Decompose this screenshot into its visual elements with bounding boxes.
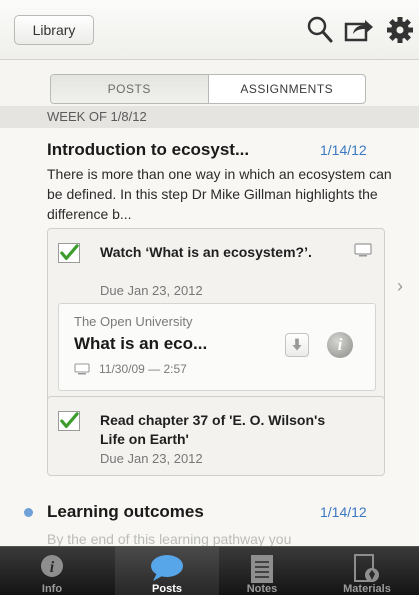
post-date: 1/14/12 (320, 142, 367, 158)
gear-icon[interactable] (385, 15, 415, 45)
tab-notes[interactable]: Notes (210, 547, 314, 595)
top-nav-bar: Library (0, 0, 419, 60)
resource-title: What is an eco... (74, 334, 208, 353)
monitor-icon (354, 243, 372, 257)
chevron-right-icon[interactable]: › (397, 276, 403, 297)
monitor-icon (74, 363, 90, 375)
task-due-date: Due Jan 23, 2012 (100, 451, 203, 466)
task-card[interactable]: Watch ‘What is an ecosystem?’. Due Jan 2… (47, 228, 385, 404)
info-icon: i (41, 555, 63, 577)
tab-info[interactable]: i Info (0, 547, 104, 595)
task-due-date: Due Jan 23, 2012 (100, 283, 203, 298)
task-title: Watch ‘What is an ecosystem?’. (100, 244, 312, 260)
video-resource[interactable]: The Open University What is an eco... 11… (58, 303, 376, 391)
svg-text:i: i (50, 559, 55, 576)
resource-publisher: The Open University (74, 314, 193, 329)
tab-label: Notes (246, 583, 278, 595)
unread-dot-icon (24, 508, 33, 517)
post-title[interactable]: Learning outcomes (47, 502, 204, 522)
post-body: There is more than one way in which an e… (47, 166, 392, 222)
speech-bubble-icon (151, 555, 183, 581)
materials-icon (354, 554, 379, 582)
tab-materials[interactable]: Materials (315, 547, 419, 595)
segment-bar: POSTS ASSIGNMENTS (0, 60, 419, 106)
post-feed[interactable]: WEEK OF 1/8/12 Introduction to ecosyst..… (0, 106, 419, 546)
task-card[interactable]: Read chapter 37 of 'E. O. Wilson's Life … (47, 396, 385, 476)
posts-assignments-segmented-control: POSTS ASSIGNMENTS (50, 74, 366, 104)
bottom-tab-bar: i Info Posts Notes Materials (0, 546, 419, 595)
search-icon[interactable] (307, 15, 333, 43)
post-date: 1/14/12 (320, 504, 367, 520)
tab-label: Info (41, 583, 63, 595)
checkmark-icon[interactable] (58, 243, 80, 263)
tab-posts[interactable]: POSTS (51, 75, 209, 103)
tab-posts[interactable]: Posts (115, 547, 219, 595)
resource-meta: 11/30/09 — 2:57 (99, 362, 187, 376)
info-icon[interactable]: i (327, 332, 353, 358)
post-body: By the end of this learning pathway you (47, 531, 292, 546)
share-icon[interactable] (344, 16, 374, 42)
tab-label: Posts (152, 583, 182, 595)
checkmark-icon[interactable] (58, 411, 80, 431)
tab-assignments[interactable]: ASSIGNMENTS (209, 75, 366, 103)
task-title: Read chapter 37 of 'E. O. Wilson's Life … (100, 412, 326, 447)
library-button[interactable]: Library (14, 15, 94, 45)
tab-label: Materials (343, 583, 391, 595)
week-header: WEEK OF 1/8/12 (0, 106, 419, 128)
notes-icon (251, 555, 273, 583)
download-icon[interactable] (285, 333, 309, 357)
post-title[interactable]: Introduction to ecosyst... (47, 140, 249, 160)
